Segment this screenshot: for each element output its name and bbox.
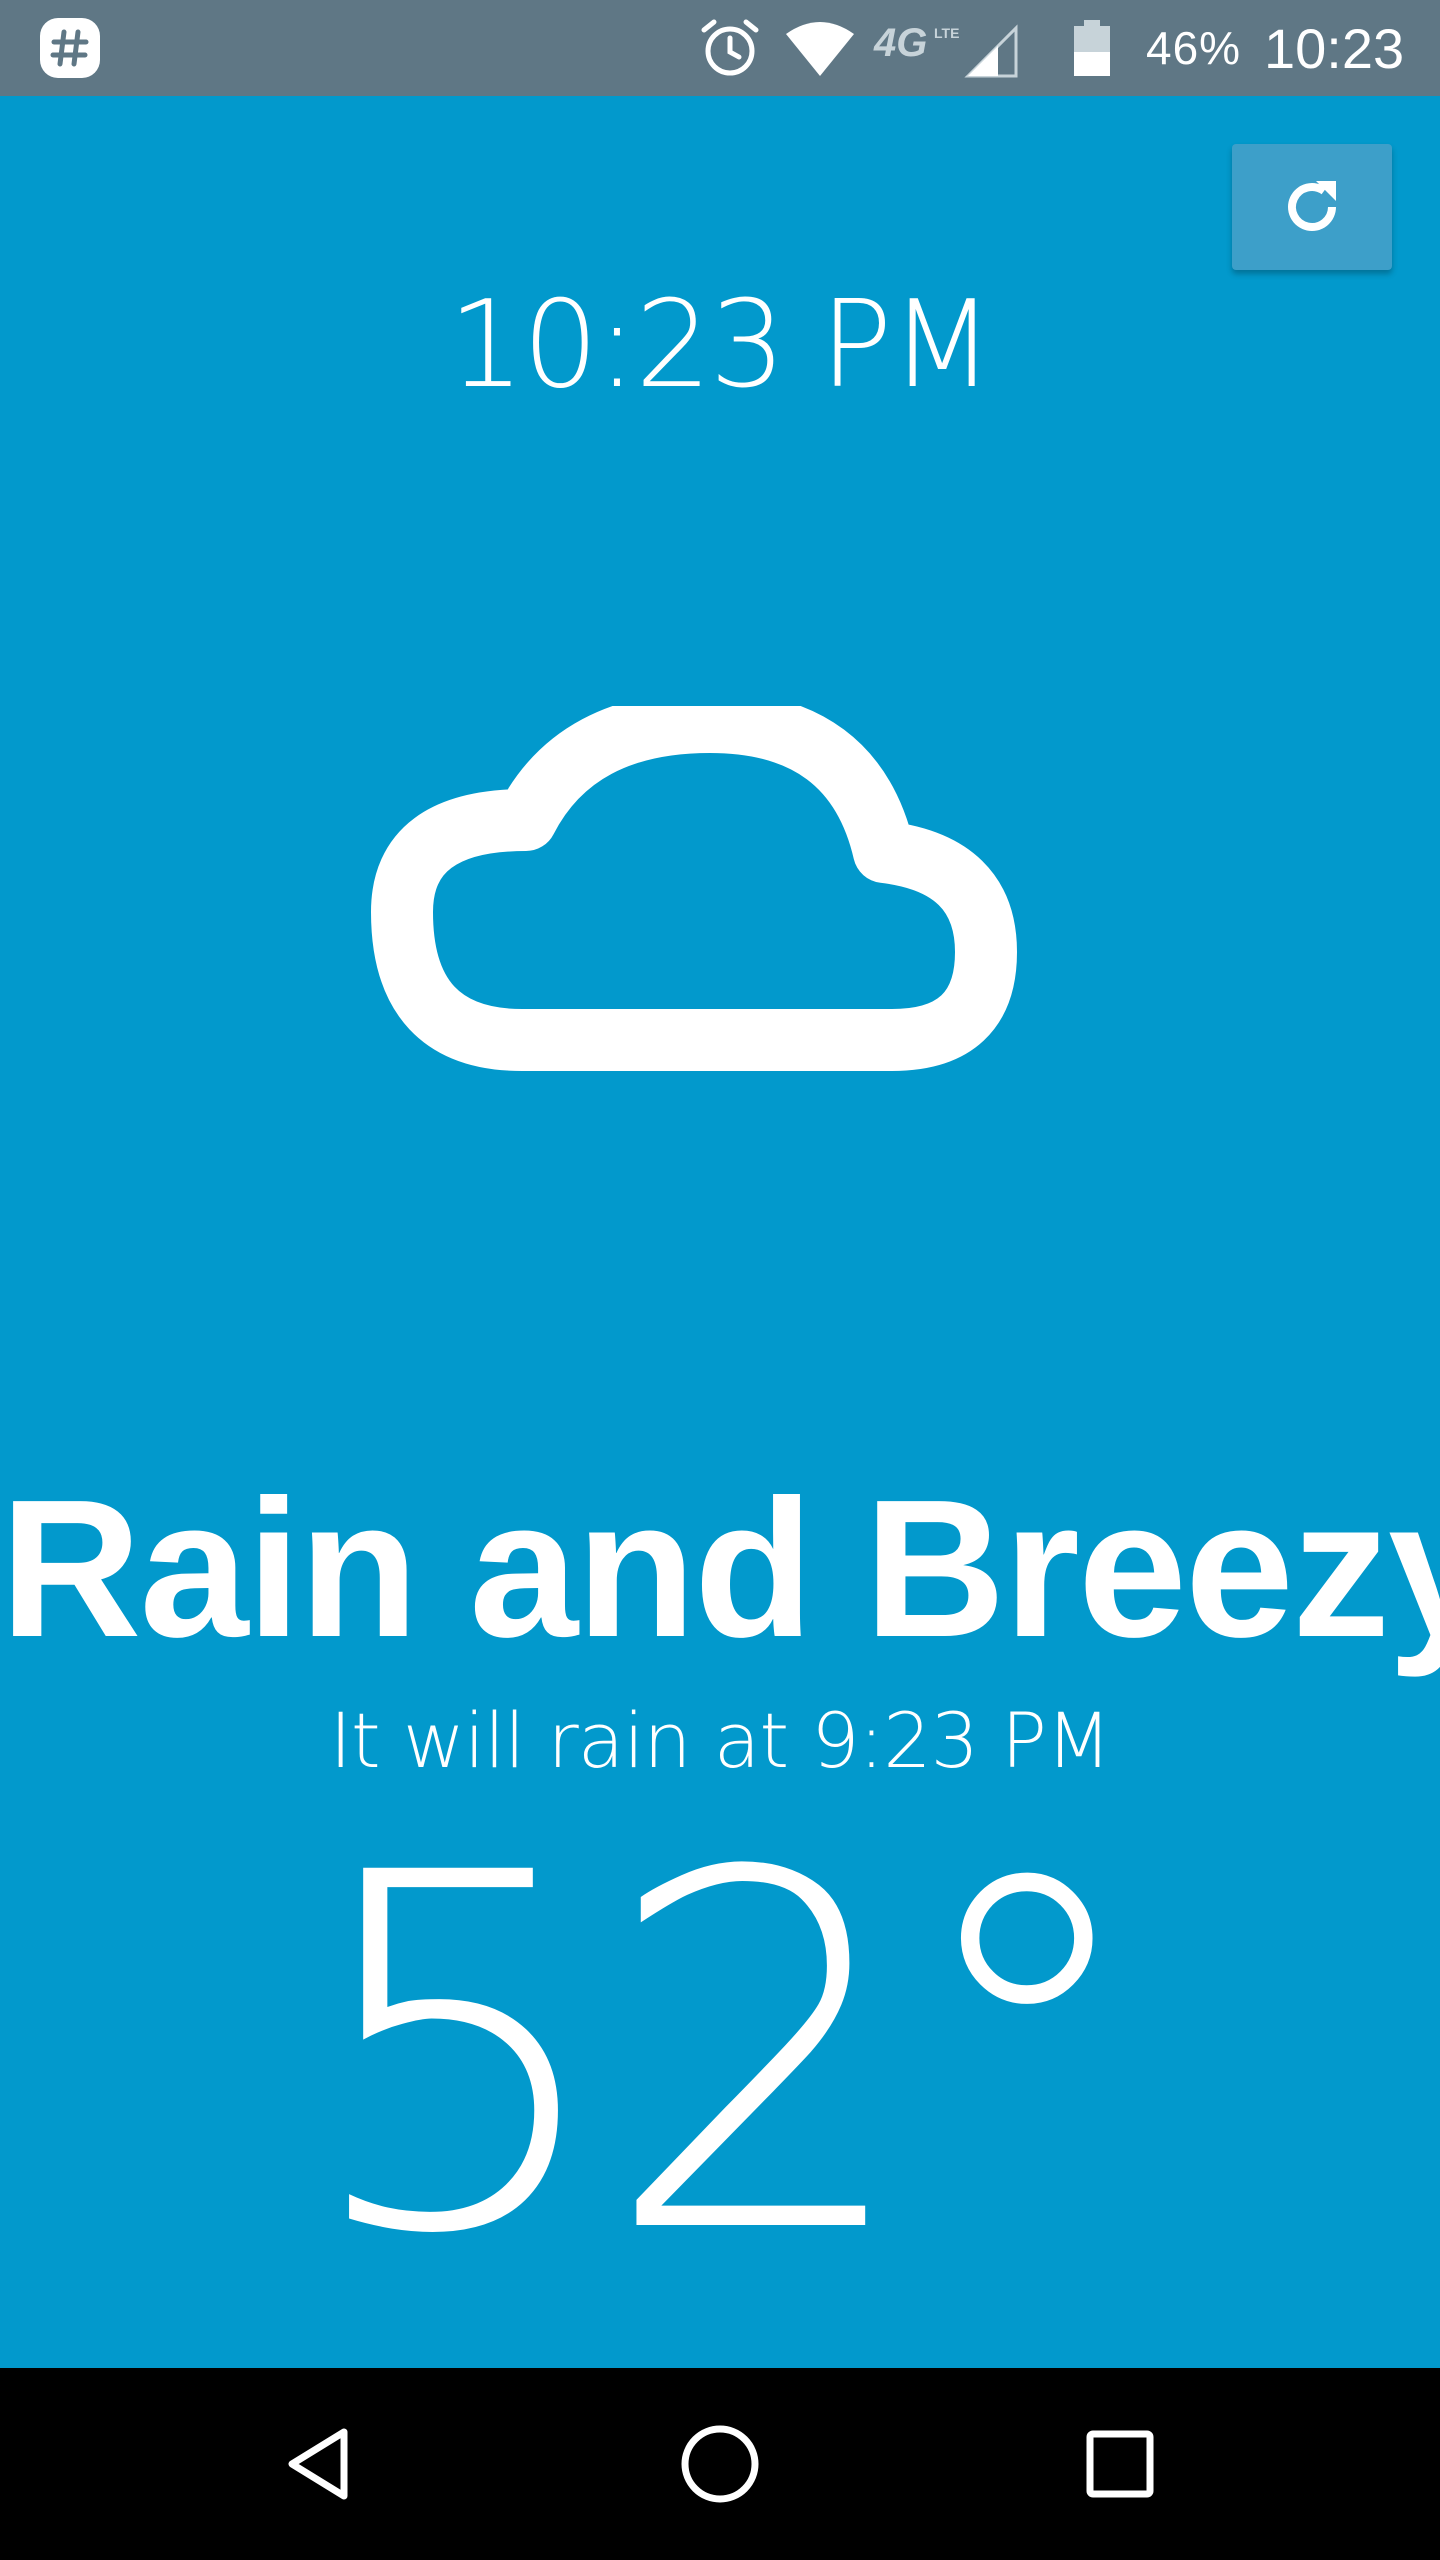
back-button[interactable] bbox=[220, 2368, 420, 2560]
battery-icon bbox=[1070, 0, 1114, 96]
temperature-readout: 52° bbox=[300, 1770, 1150, 2341]
back-triangle-icon bbox=[288, 2428, 348, 2500]
weather-app-screen: 4G LTE 46% 10:23 10:23 PM Rain and Breez… bbox=[0, 0, 1440, 2560]
navigation-bar bbox=[0, 2368, 1440, 2560]
refresh-button[interactable] bbox=[1232, 144, 1392, 270]
status-bar: 4G LTE 46% 10:23 bbox=[0, 0, 1440, 96]
signal-strength-icon bbox=[964, 0, 1020, 96]
status-clock: 10:23 bbox=[1264, 16, 1405, 80]
battery-percent: 46% bbox=[1146, 22, 1242, 74]
refresh-icon bbox=[1288, 181, 1336, 231]
recents-square-icon bbox=[1086, 2430, 1154, 2498]
wifi-icon bbox=[784, 0, 856, 96]
recents-button[interactable] bbox=[1020, 2368, 1220, 2560]
home-button[interactable] bbox=[620, 2368, 820, 2560]
home-circle-icon bbox=[681, 2425, 759, 2503]
slack-notification-icon bbox=[38, 0, 102, 96]
cloud-icon bbox=[340, 691, 1100, 1226]
current-time: 10:23 PM bbox=[448, 276, 994, 415]
svg-text:LTE: LTE bbox=[934, 25, 959, 41]
weather-summary: Rain and Breezy bbox=[0, 1459, 1440, 1678]
lte-icon: 4G LTE bbox=[872, 0, 964, 96]
svg-text:4G: 4G bbox=[873, 21, 927, 65]
weather-panel: 10:23 PM Rain and Breezy It will rain at… bbox=[0, 96, 1440, 2368]
alarm-icon bbox=[698, 0, 762, 96]
